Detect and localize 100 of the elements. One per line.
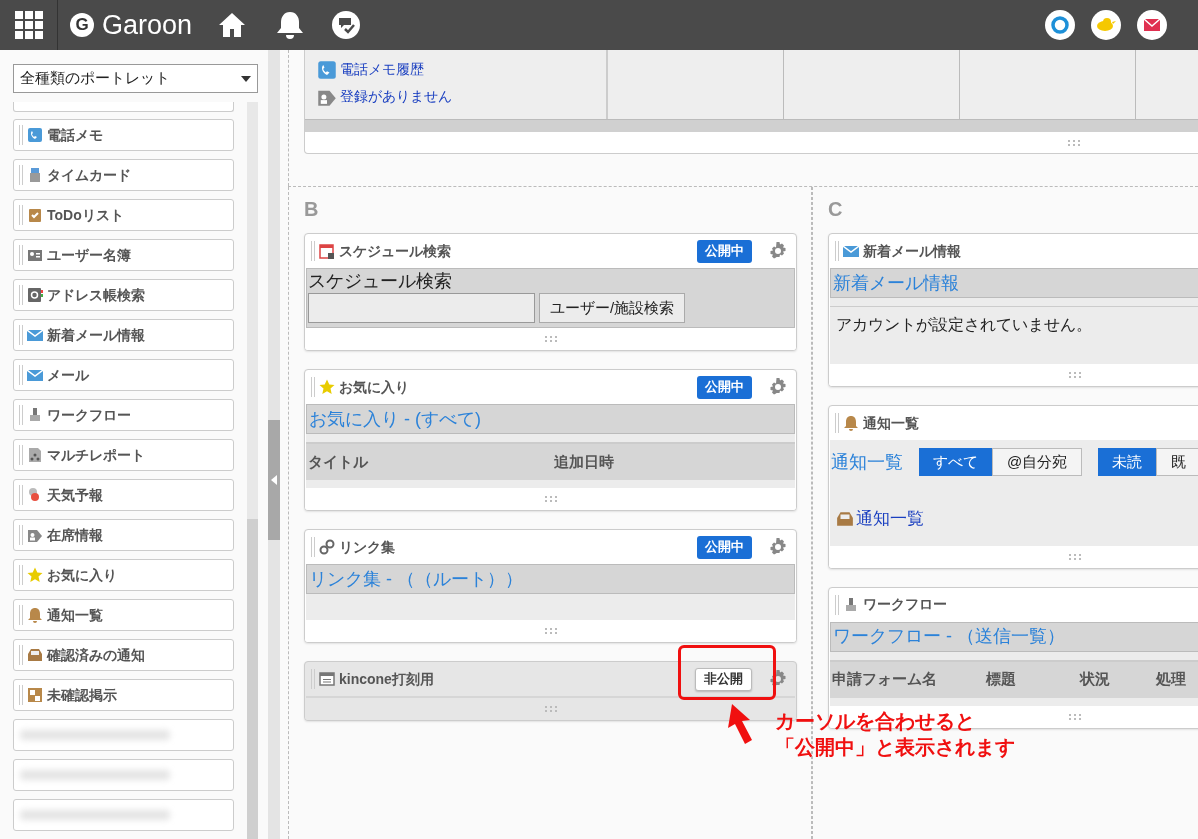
- search-button[interactable]: ユーザー/施設検索: [539, 293, 686, 323]
- logo-mark: G: [70, 13, 94, 37]
- resize-grip-icon[interactable]: [543, 627, 558, 635]
- sidebar-item[interactable]: [13, 799, 234, 831]
- resize-grip-icon[interactable]: [543, 495, 558, 503]
- cloud-icon[interactable]: [1091, 10, 1121, 40]
- logo-text[interactable]: Garoon: [102, 4, 193, 46]
- portlet-name: お気に入り: [47, 565, 117, 585]
- star-icon: [319, 379, 335, 395]
- drag-handle-icon[interactable]: [19, 125, 23, 145]
- sidebar-item[interactable]: 未確認掲示: [13, 679, 234, 711]
- portlet-link[interactable]: 通知一覧: [831, 448, 903, 476]
- drag-handle-icon[interactable]: [19, 525, 23, 545]
- resize-grip-icon[interactable]: [1068, 552, 1082, 561]
- sidebar-item[interactable]: 通知一覧: [13, 599, 234, 631]
- sidebar-item[interactable]: 在席情報: [13, 519, 234, 551]
- sidebar-item[interactable]: ToDoリスト: [13, 199, 234, 231]
- resize-grip-icon[interactable]: [1068, 371, 1082, 379]
- document-icon: [27, 447, 43, 463]
- drag-handle-icon[interactable]: [19, 245, 23, 265]
- portlet-name: 電話メモ: [47, 125, 103, 145]
- inbox-tray-icon: [27, 647, 43, 663]
- sidebar-item[interactable]: 天気予報: [13, 479, 234, 511]
- portlet-type-dropdown[interactable]: 全種類のポートレット: [13, 64, 258, 93]
- drag-handle-icon[interactable]: [19, 605, 23, 625]
- visibility-toggle[interactable]: 非公開: [695, 667, 752, 691]
- chat-check-icon[interactable]: [331, 10, 362, 40]
- stamp-icon: [27, 407, 43, 423]
- envelope-icon: [27, 367, 43, 383]
- drag-handle-icon[interactable]: [835, 413, 839, 433]
- resize-grip-icon[interactable]: [543, 705, 558, 713]
- settings-icon[interactable]: [768, 241, 788, 261]
- column-header: タイトル: [308, 451, 369, 472]
- drag-handle-icon[interactable]: [19, 645, 23, 665]
- board-icon: [27, 687, 43, 703]
- resize-grip-icon[interactable]: [1067, 138, 1081, 147]
- drag-handle-icon[interactable]: [19, 485, 23, 505]
- sidebar-item[interactable]: アドレス帳検索: [13, 279, 234, 311]
- filter-tab[interactable]: 未読: [1098, 448, 1157, 476]
- card-reader-icon: [27, 167, 43, 183]
- sidebar-item[interactable]: 新着メール情報: [13, 319, 234, 351]
- drag-handle-icon[interactable]: [19, 285, 23, 305]
- sidebar-item[interactable]: ワークフロー: [13, 399, 234, 431]
- sidebar-item[interactable]: メール: [13, 359, 234, 391]
- column-header: 状況: [1080, 669, 1111, 690]
- portlet-name: アドレス帳検索: [47, 285, 145, 305]
- ring-icon[interactable]: [1045, 10, 1075, 40]
- sidebar-item[interactable]: 確認済みの通知: [13, 639, 234, 671]
- drag-handle-icon[interactable]: [835, 594, 839, 615]
- portlet-name: 確認済みの通知: [47, 645, 145, 665]
- portlet-title: スケジュール検索: [339, 241, 451, 261]
- visibility-toggle[interactable]: 公開中: [697, 239, 752, 263]
- scrollbar[interactable]: [247, 102, 258, 839]
- portlet-title: kincone打刻用: [339, 669, 434, 689]
- drag-handle-icon[interactable]: [19, 325, 23, 345]
- settings-icon[interactable]: [768, 537, 788, 557]
- filter-tab[interactable]: すべて: [919, 448, 992, 476]
- app-grid-icon[interactable]: [14, 11, 43, 39]
- callout-text: カーソルを合わせると: [775, 709, 976, 734]
- drag-handle-icon[interactable]: [19, 365, 23, 385]
- visibility-toggle[interactable]: 公開中: [697, 535, 752, 559]
- chain-link-icon: [319, 539, 335, 555]
- memo-link[interactable]: 登録がありません: [340, 86, 452, 107]
- bell-icon[interactable]: [276, 10, 305, 40]
- portlet-name: 新着メール情報: [47, 325, 145, 345]
- drag-handle-icon[interactable]: [311, 537, 315, 557]
- portlet-title: 新着メール情報: [863, 241, 961, 261]
- sidebar-item[interactable]: タイムカード: [13, 159, 234, 191]
- drag-handle-icon[interactable]: [19, 405, 23, 425]
- drag-handle-icon[interactable]: [19, 565, 23, 585]
- settings-icon[interactable]: [768, 377, 788, 397]
- sidebar-item[interactable]: 電話メモ: [13, 119, 234, 151]
- sidebar-item[interactable]: [13, 102, 234, 112]
- sidebar-item[interactable]: [13, 759, 234, 791]
- drag-handle-icon[interactable]: [311, 377, 315, 397]
- sidebar-item[interactable]: [13, 719, 234, 751]
- drag-handle-icon[interactable]: [311, 241, 315, 261]
- portlet-title: 通知一覧: [863, 413, 919, 433]
- sidebar-item[interactable]: ユーザー名簿: [13, 239, 234, 271]
- home-icon[interactable]: [218, 11, 247, 39]
- filter-tab[interactable]: 既: [1156, 448, 1198, 476]
- envelope-icon[interactable]: [1137, 10, 1167, 40]
- drag-handle-icon[interactable]: [19, 165, 23, 185]
- search-field[interactable]: [308, 293, 535, 323]
- notification-link[interactable]: 通知一覧: [856, 506, 924, 532]
- portlet-name: マルチレポート: [47, 445, 145, 465]
- sidebar-item[interactable]: お気に入り: [13, 559, 234, 591]
- column-header: 標題: [986, 669, 1017, 690]
- filter-tab[interactable]: @自分宛: [992, 448, 1083, 476]
- sidebar-item[interactable]: マルチレポート: [13, 439, 234, 471]
- collapse-handle[interactable]: [268, 420, 280, 540]
- memo-link[interactable]: 電話メモ履歴: [340, 59, 424, 80]
- drag-handle-icon[interactable]: [19, 205, 23, 225]
- section-heading: スケジュール検索: [307, 270, 453, 293]
- drag-handle-icon[interactable]: [19, 685, 23, 705]
- drag-handle-icon[interactable]: [19, 445, 23, 465]
- resize-grip-icon[interactable]: [543, 335, 558, 343]
- visibility-toggle[interactable]: 公開中: [697, 375, 752, 399]
- resize-grip-icon[interactable]: [1068, 712, 1082, 721]
- drag-handle-icon[interactable]: [835, 241, 839, 261]
